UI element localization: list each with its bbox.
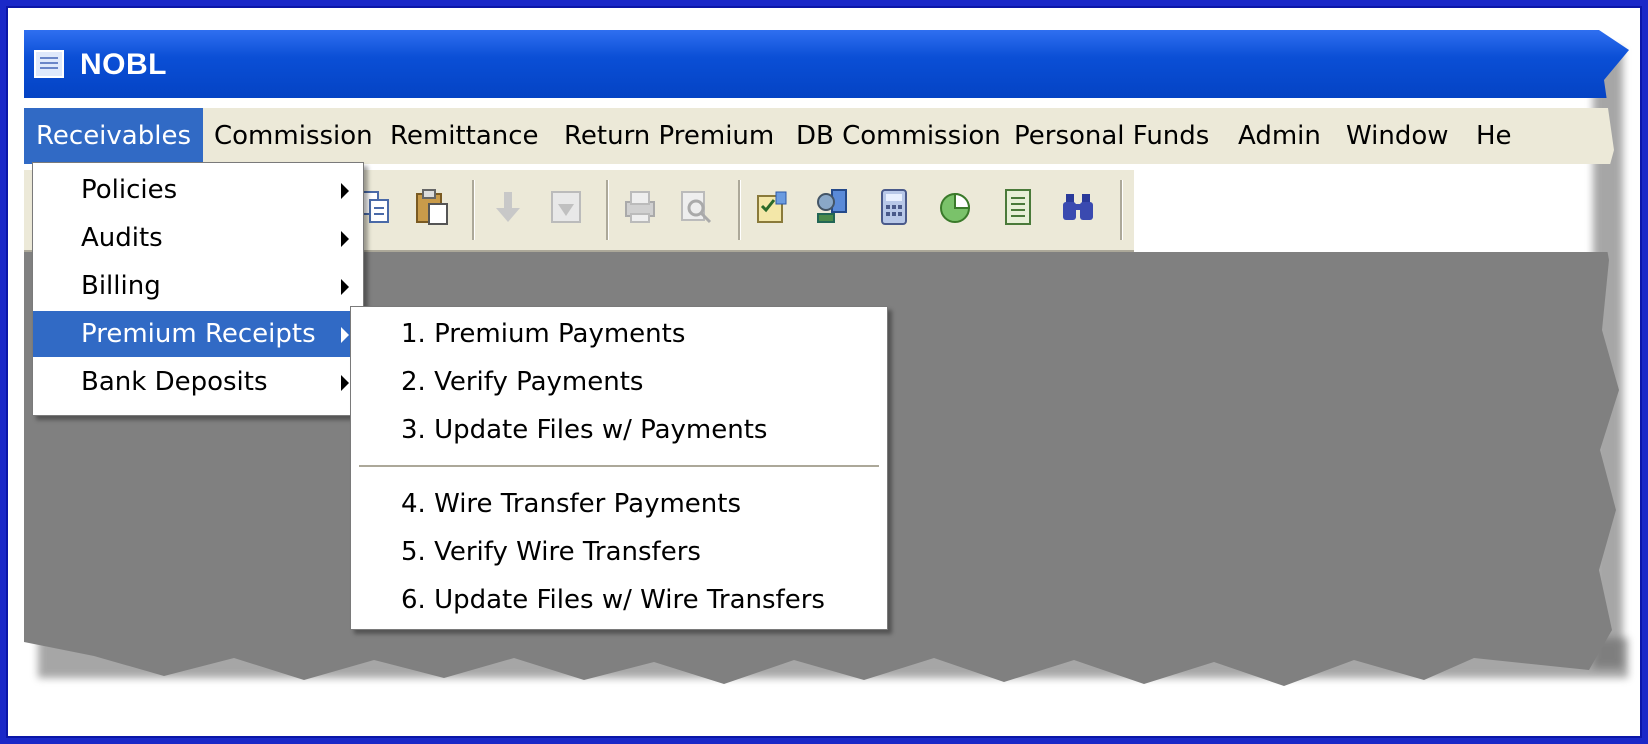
menu-help[interactable]: He	[1464, 108, 1524, 164]
menu-item-label: Policies	[81, 175, 178, 205]
menu-remittance[interactable]: Remittance	[378, 108, 551, 164]
submenu-wire-transfer-payments[interactable]: 4. Wire Transfer Payments	[351, 481, 887, 527]
submenu-arrow-icon	[341, 183, 349, 199]
menu-bar: Receivables Commission Remittance Return…	[24, 108, 1629, 164]
menu-item-label: Premium Receipts	[81, 319, 316, 349]
menu-item-audits[interactable]: Audits	[33, 215, 363, 261]
menu-return-premium[interactable]: Return Premium	[552, 108, 786, 164]
menu-item-billing[interactable]: Billing	[33, 263, 363, 309]
menu-personal-funds[interactable]: Personal Funds	[1002, 108, 1221, 164]
menu-commission[interactable]: Commission	[202, 108, 385, 164]
move-down-icon[interactable]	[490, 188, 526, 226]
toolbar-separator	[738, 180, 741, 240]
menu-item-label: Audits	[81, 223, 163, 253]
window-title: NOBL	[80, 48, 167, 81]
import-icon[interactable]	[548, 188, 584, 226]
receivables-menu: Policies Audits Billing Premium Receipts…	[32, 162, 364, 416]
submenu-update-files-wire-transfers[interactable]: 6. Update Files w/ Wire Transfers	[351, 577, 887, 623]
window-icon[interactable]	[34, 50, 64, 78]
submenu-update-files-payments[interactable]: 3. Update Files w/ Payments	[351, 407, 887, 453]
menu-window[interactable]: Window	[1334, 108, 1461, 164]
submenu-arrow-icon	[341, 375, 349, 391]
menu-item-label: Bank Deposits	[81, 367, 268, 397]
toolbar-separator	[606, 180, 609, 240]
menu-item-label: Billing	[81, 271, 161, 301]
title-bar[interactable]: NOBL	[24, 30, 1629, 98]
submenu-verify-wire-transfers[interactable]: 5. Verify Wire Transfers	[351, 529, 887, 575]
submenu-arrow-icon	[341, 231, 349, 247]
menu-receivables[interactable]: Receivables	[24, 108, 203, 164]
submenu-arrow-icon	[341, 279, 349, 295]
premium-receipts-submenu: 1. Premium Payments 2. Verify Payments 3…	[350, 306, 888, 630]
menu-item-policies[interactable]: Policies	[33, 167, 363, 213]
submenu-arrow-icon	[341, 327, 349, 343]
application-window: NOBL Receivables Commission Remittance R…	[24, 30, 1640, 690]
pie-chart-icon[interactable]	[938, 188, 974, 226]
menu-item-premium-receipts[interactable]: Premium Receipts	[33, 311, 363, 357]
menu-admin[interactable]: Admin	[1226, 108, 1333, 164]
checklist-icon[interactable]	[754, 188, 790, 226]
menu-db-commission[interactable]: DB Commission	[784, 108, 1013, 164]
print-preview-icon[interactable]	[678, 188, 714, 226]
submenu-verify-payments[interactable]: 2. Verify Payments	[351, 359, 887, 405]
toolbar-separator	[1120, 180, 1123, 240]
screenshot-frame: NOBL Receivables Commission Remittance R…	[6, 6, 1642, 738]
binoculars-icon[interactable]	[1060, 188, 1096, 226]
toolbar-separator	[472, 180, 475, 240]
report-icon[interactable]	[1000, 188, 1036, 226]
calculator-icon[interactable]	[876, 188, 912, 226]
submenu-premium-payments[interactable]: 1. Premium Payments	[351, 311, 887, 357]
print-icon[interactable]	[622, 188, 658, 226]
menu-item-bank-deposits[interactable]: Bank Deposits	[33, 359, 363, 405]
network-icon[interactable]	[814, 188, 850, 226]
paste-icon[interactable]	[414, 188, 450, 226]
menu-separator	[359, 465, 879, 468]
